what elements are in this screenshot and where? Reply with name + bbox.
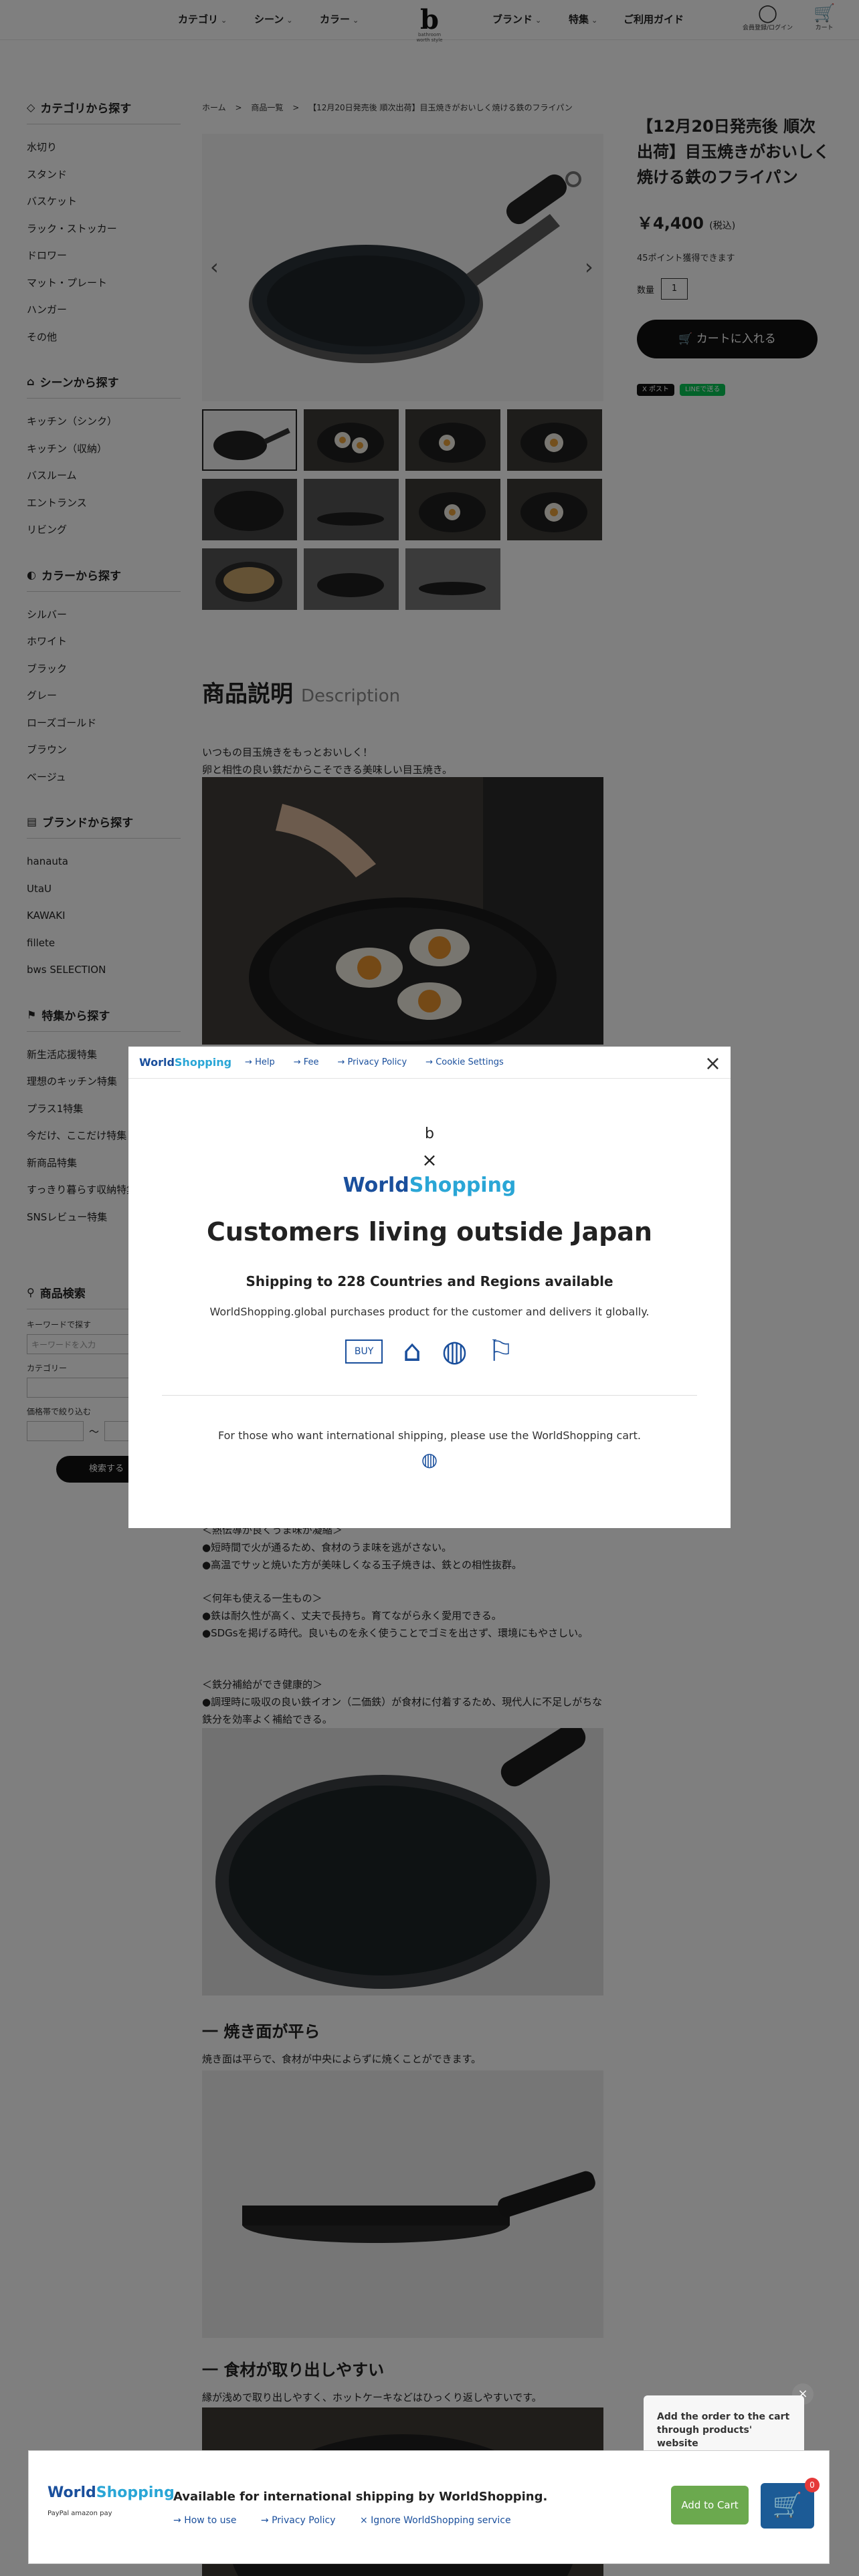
worldshopping-cart-icon[interactable]: ◍ bbox=[128, 1448, 731, 1471]
modal-footer-text: For those who want international shippin… bbox=[217, 1429, 641, 1442]
bar-title: Available for international shipping by … bbox=[173, 2490, 548, 2504]
privacy-label: Privacy Policy bbox=[347, 1057, 407, 1067]
logo-part-a: World bbox=[139, 1056, 175, 1069]
modal-description: WorldShopping.global purchases product f… bbox=[209, 1305, 650, 1318]
help-label: Help bbox=[255, 1057, 275, 1067]
times-icon: × bbox=[421, 1149, 438, 1171]
ignore-service-label: Ignore WorldShopping service bbox=[371, 2515, 511, 2526]
ignore-service-link[interactable]: × Ignore WorldShopping service bbox=[360, 2515, 522, 2526]
worldshopping-bar-logo: WorldShopping bbox=[47, 2484, 175, 2501]
shop-logo-icon: b bbox=[425, 1125, 434, 1142]
globe-icon: ◍ bbox=[442, 1334, 468, 1368]
worldshopping-bar: WorldShopping PayPal amazon pay Availabl… bbox=[28, 2450, 830, 2564]
cookie-label: Cookie Settings bbox=[436, 1057, 504, 1067]
logo-part-b: Shopping bbox=[409, 1174, 516, 1197]
how-to-use-link[interactable]: → How to use bbox=[173, 2515, 247, 2526]
logo-part-a: World bbox=[47, 2484, 96, 2501]
fee-link[interactable]: → Fee bbox=[294, 1057, 319, 1067]
worldshopping-big-logo: WorldShopping bbox=[128, 1174, 731, 1197]
warehouse-icon: ⌂ bbox=[403, 1334, 422, 1368]
worldshopping-logo: WorldShopping bbox=[139, 1056, 231, 1069]
privacy-policy-label: Privacy Policy bbox=[272, 2515, 336, 2526]
shipping-text: Shipping to 228 Countries and Regions av… bbox=[246, 1273, 613, 1289]
fee-label: Fee bbox=[303, 1057, 319, 1067]
close-icon[interactable]: × bbox=[704, 1052, 721, 1075]
divider bbox=[162, 1395, 697, 1396]
process-steps: BUY ⌂ ◍ ⚐ bbox=[128, 1334, 731, 1368]
ws-add-to-cart-button[interactable]: Add to Cart bbox=[671, 2486, 749, 2525]
delivery-icon: ⚐ bbox=[487, 1334, 514, 1368]
bar-links: → How to use → Privacy Policy × Ignore W… bbox=[173, 2515, 533, 2526]
how-to-use-label: How to use bbox=[184, 2515, 237, 2526]
logo-part-a: World bbox=[343, 1174, 409, 1197]
help-link[interactable]: → Help bbox=[245, 1057, 275, 1067]
buy-step-icon: BUY bbox=[345, 1339, 383, 1364]
modal-toolbar: WorldShopping → Help → Fee → Privacy Pol… bbox=[128, 1047, 731, 1079]
cookie-settings-link[interactable]: → Cookie Settings bbox=[425, 1057, 504, 1067]
privacy-policy-link[interactable]: → Privacy Policy bbox=[261, 2515, 347, 2526]
cart-count-badge: 0 bbox=[805, 2478, 820, 2492]
payment-methods: PayPal amazon pay bbox=[47, 2510, 112, 2517]
cart-icon: 🛒 bbox=[772, 2492, 803, 2519]
modal-body: b × WorldShopping Customers living outsi… bbox=[128, 1125, 731, 1471]
logo-part-b: Shopping bbox=[96, 2484, 175, 2501]
logo-part-b: Shopping bbox=[174, 1056, 232, 1069]
worldshopping-modal: WorldShopping → Help → Fee → Privacy Pol… bbox=[128, 1047, 731, 1528]
privacy-link[interactable]: → Privacy Policy bbox=[338, 1057, 407, 1067]
modal-headline: Customers living outside Japan bbox=[207, 1217, 652, 1247]
